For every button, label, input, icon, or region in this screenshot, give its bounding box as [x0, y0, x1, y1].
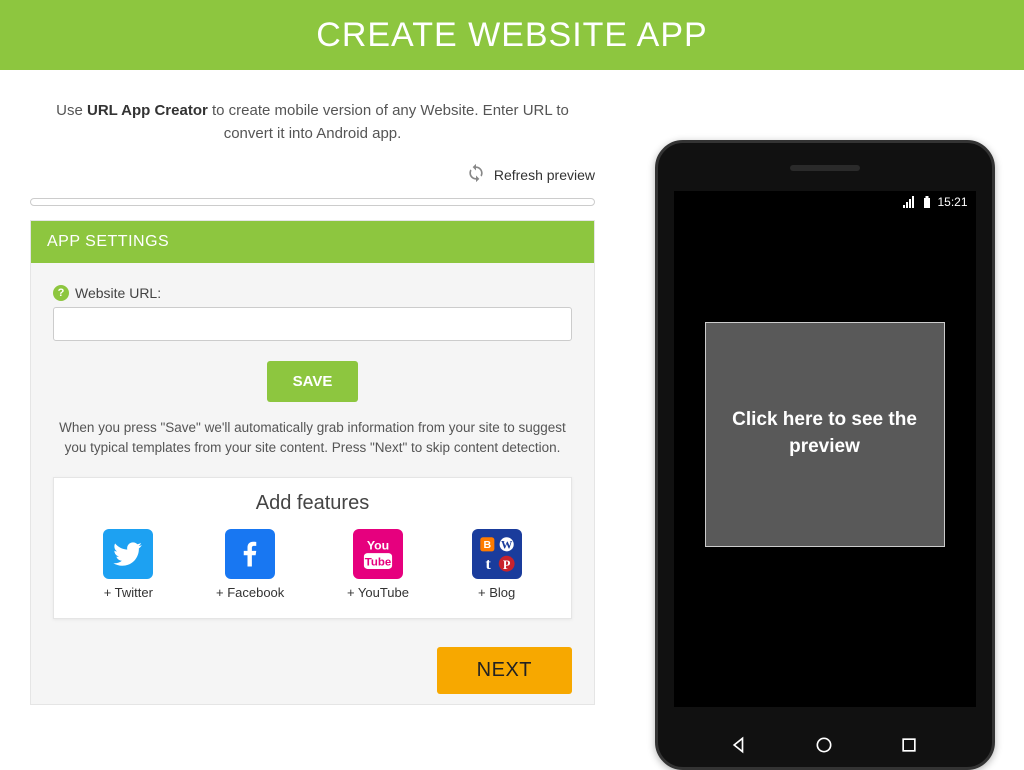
page-title: CREATE WEBSITE APP [316, 16, 707, 55]
intro-rest: to create mobile version of any Website.… [208, 102, 569, 142]
refresh-icon [466, 163, 486, 186]
feature-twitter[interactable]: + Twitter [103, 529, 153, 600]
intro-text: Use URL App Creator to create mobile ver… [30, 100, 595, 145]
phone-nav-bar [658, 735, 992, 755]
nav-back-icon[interactable] [730, 735, 750, 755]
phone-time: 15:21 [937, 195, 967, 209]
page-header: CREATE WEBSITE APP [0, 0, 1024, 70]
add-features-card: Add features + Twitter + Fac [53, 477, 572, 619]
url-field-label: Website URL: [75, 285, 161, 301]
feature-label: + YouTube [347, 585, 409, 600]
website-url-input[interactable] [53, 307, 572, 341]
intro-prefix: Use [56, 102, 87, 119]
blog-icon: B W t P [472, 529, 522, 579]
feature-facebook[interactable]: + Facebook [216, 529, 284, 600]
facebook-icon [225, 529, 275, 579]
phone-status-bar: 15:21 [895, 191, 975, 213]
svg-text:t: t [485, 555, 491, 572]
save-hint-text: When you press "Save" we'll automaticall… [53, 418, 572, 459]
svg-text:B: B [483, 538, 491, 550]
save-button[interactable]: SAVE [267, 361, 359, 402]
svg-text:Tube: Tube [365, 556, 391, 568]
app-settings-panel: APP SETTINGS ? Website URL: SAVE When yo… [30, 220, 595, 705]
intro-bold: URL App Creator [87, 102, 208, 119]
feature-label: + Facebook [216, 585, 284, 600]
svg-text:P: P [503, 557, 511, 571]
help-icon[interactable]: ? [53, 285, 69, 301]
battery-icon [923, 196, 931, 208]
features-title: Add features [72, 492, 553, 515]
phone-screen: 15:21 Click here to see the preview [674, 191, 976, 707]
next-button[interactable]: NEXT [437, 647, 572, 694]
preview-cta-box[interactable]: Click here to see the preview [705, 322, 945, 547]
svg-text:You: You [367, 538, 389, 552]
nav-recent-icon[interactable] [899, 735, 919, 755]
youtube-icon: You Tube [353, 529, 403, 579]
phone-frame: 15:21 Click here to see the preview [655, 140, 995, 770]
refresh-label: Refresh preview [494, 167, 595, 183]
svg-text:W: W [501, 539, 513, 551]
feature-label: + Twitter [104, 585, 153, 600]
panel-title: APP SETTINGS [31, 221, 594, 263]
feature-blog[interactable]: B W t P + Blog [472, 529, 522, 600]
phone-speaker [790, 165, 860, 171]
refresh-preview-link[interactable]: Refresh preview [30, 163, 595, 186]
nav-home-icon[interactable] [814, 735, 834, 755]
progress-bar [30, 198, 595, 206]
feature-youtube[interactable]: You Tube + YouTube [347, 529, 409, 600]
feature-label: + Blog [478, 585, 515, 600]
twitter-icon [103, 529, 153, 579]
signal-icon [903, 196, 917, 208]
